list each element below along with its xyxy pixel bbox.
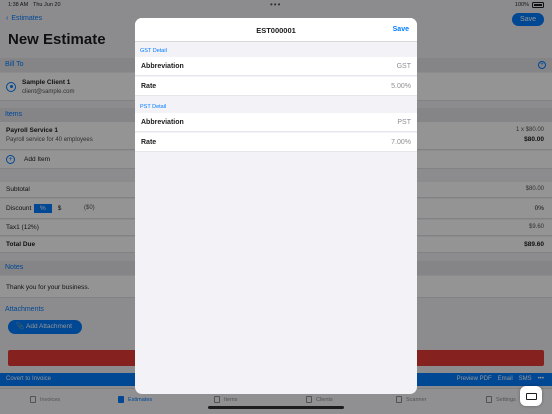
- modal-save-button[interactable]: Save: [393, 26, 409, 33]
- gst-rate-label: Rate: [141, 83, 157, 90]
- gst-abbreviation-label: Abbreviation: [141, 63, 184, 70]
- tax-detail-modal: EST000001 Save GST Detail Abbreviation G…: [135, 18, 417, 394]
- pst-abbreviation-value[interactable]: PST: [397, 119, 411, 126]
- gst-rate-value[interactable]: 5.00%: [391, 83, 411, 90]
- gst-detail-header: GST Detail: [140, 48, 167, 54]
- pst-abbreviation-label: Abbreviation: [141, 119, 184, 126]
- pst-abbreviation-row[interactable]: Abbreviation PST: [135, 113, 417, 132]
- modal-header: EST000001 Save: [135, 18, 417, 42]
- pst-detail-header: PST Detail: [140, 104, 167, 110]
- pst-rate-row[interactable]: Rate 7.00%: [135, 133, 417, 152]
- modal-title: EST000001: [256, 26, 296, 35]
- home-indicator[interactable]: [208, 406, 344, 409]
- keyboard-button[interactable]: [520, 386, 542, 406]
- pst-rate-label: Rate: [141, 139, 157, 146]
- gst-abbreviation-value[interactable]: GST: [397, 63, 411, 70]
- pst-rate-value[interactable]: 7.00%: [391, 139, 411, 146]
- gst-rate-row[interactable]: Rate 5.00%: [135, 77, 417, 96]
- keyboard-icon: [525, 392, 537, 400]
- gst-abbreviation-row[interactable]: Abbreviation GST: [135, 57, 417, 76]
